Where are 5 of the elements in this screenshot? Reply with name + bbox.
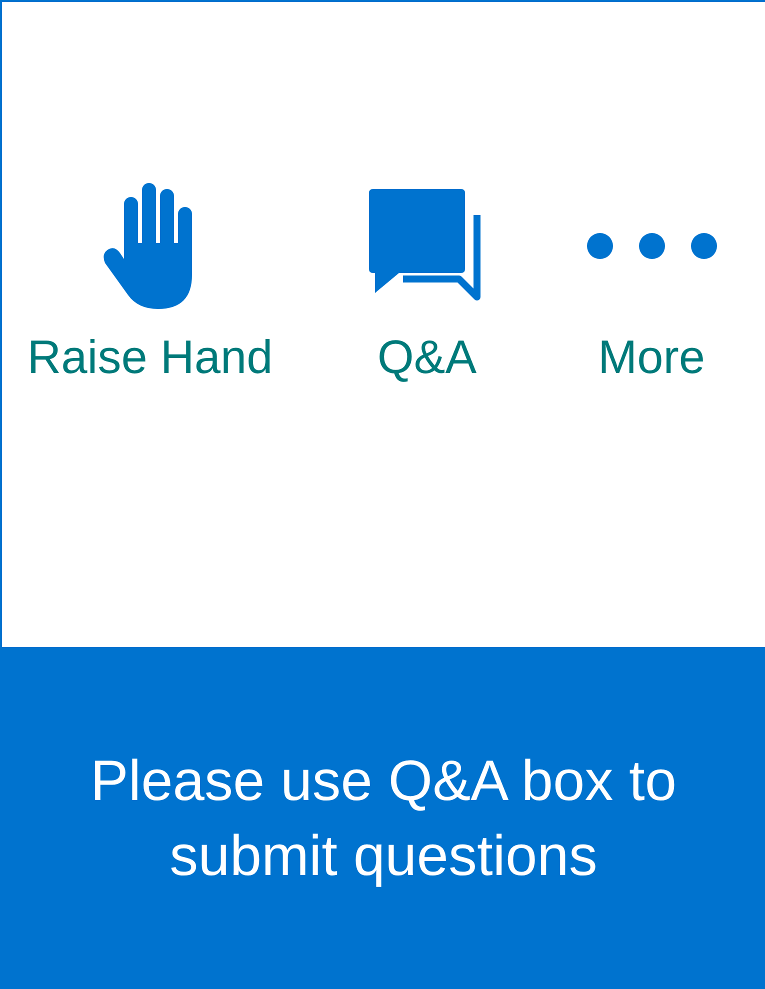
notice-text: Please use Q&A box to submit questions (89, 748, 678, 890)
action-label[interactable]: Q&A (377, 329, 477, 384)
more-icon (586, 232, 718, 260)
action-label[interactable]: Raise Hand (27, 329, 273, 384)
action-label[interactable]: More (598, 329, 706, 384)
